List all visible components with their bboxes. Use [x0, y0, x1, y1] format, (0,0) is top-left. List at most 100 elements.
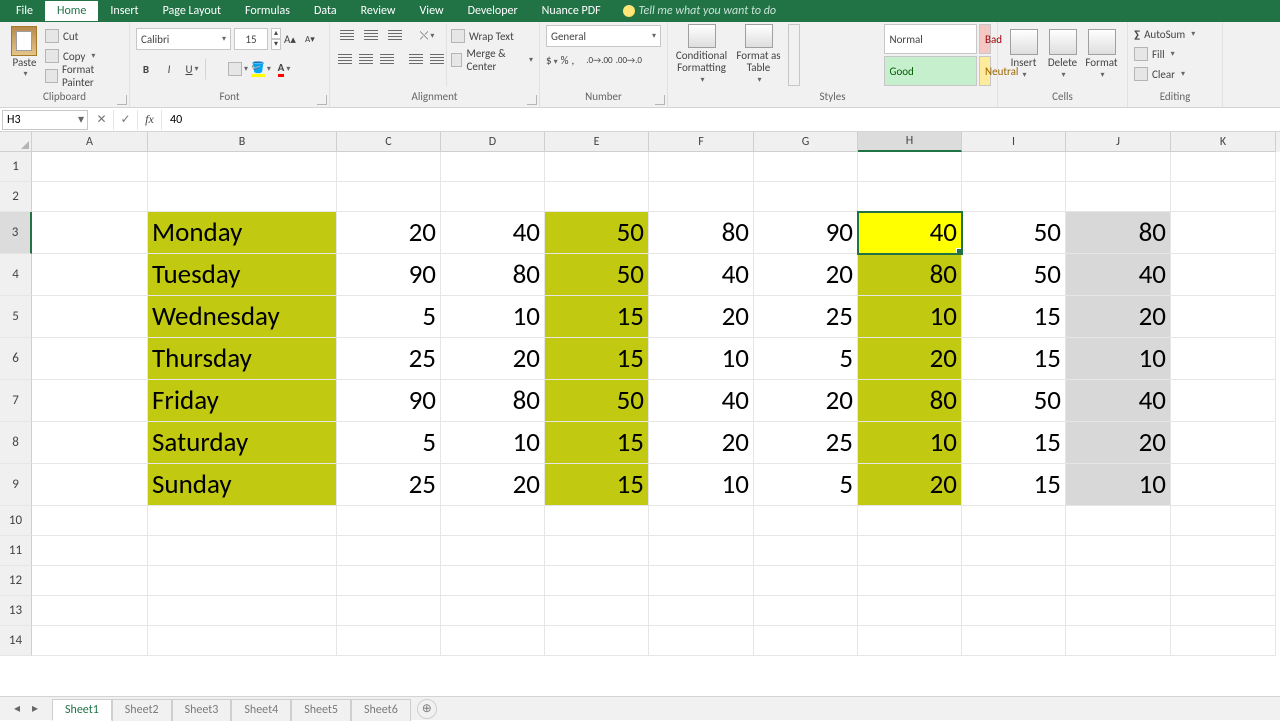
col-header-K[interactable]: K [1171, 132, 1276, 152]
cell-K3[interactable] [1171, 212, 1276, 254]
menu-insert[interactable]: Insert [98, 1, 150, 21]
cell-I3[interactable]: 50 [962, 212, 1066, 254]
cell-I10[interactable] [962, 506, 1066, 536]
cell-K9[interactable] [1171, 464, 1276, 506]
cell-H2[interactable] [858, 182, 962, 212]
sheet-tab-sheet1[interactable]: Sheet1 [52, 699, 112, 721]
fill-button[interactable]: Fill▾ [1134, 44, 1216, 64]
font-dialog-launcher[interactable] [317, 95, 327, 105]
decrease-font-button[interactable]: A▾ [305, 34, 323, 45]
cell-K10[interactable] [1171, 506, 1276, 536]
cell-I8[interactable]: 15 [962, 422, 1066, 464]
cell-F12[interactable] [649, 566, 754, 596]
row-header-4[interactable]: 4 [0, 254, 32, 296]
cell-B11[interactable] [148, 536, 337, 566]
col-header-I[interactable]: I [962, 132, 1066, 152]
style-good[interactable]: Good [884, 56, 978, 86]
cell-I6[interactable]: 15 [962, 338, 1066, 380]
cell-I12[interactable] [962, 566, 1066, 596]
cell-F8[interactable]: 20 [649, 422, 754, 464]
cell-A13[interactable] [32, 596, 148, 626]
cell-A8[interactable] [32, 422, 148, 464]
cell-E11[interactable] [545, 536, 649, 566]
cell-F5[interactable]: 20 [649, 296, 754, 338]
clipboard-dialog-launcher[interactable] [117, 95, 127, 105]
cell-E2[interactable] [545, 182, 649, 212]
menu-home[interactable]: Home [45, 1, 98, 21]
cell-K7[interactable] [1171, 380, 1276, 422]
menu-view[interactable]: View [408, 1, 456, 21]
format-painter-button[interactable]: Format Painter [45, 67, 123, 85]
row-header-9[interactable]: 9 [0, 464, 32, 506]
select-all-corner[interactable] [0, 132, 32, 152]
align-center-button[interactable] [357, 49, 376, 71]
col-header-H[interactable]: H [858, 132, 962, 152]
border-button[interactable]: ▾ [228, 58, 248, 80]
cell-J9[interactable]: 10 [1066, 464, 1171, 506]
cell-E5[interactable]: 15 [545, 296, 649, 338]
number-format-select[interactable]: General▾ [546, 25, 661, 47]
fx-icon[interactable]: fx [138, 110, 162, 130]
cell-F2[interactable] [649, 182, 754, 212]
col-header-F[interactable]: F [649, 132, 754, 152]
row-header-7[interactable]: 7 [0, 380, 32, 422]
cell-K13[interactable] [1171, 596, 1276, 626]
cell-E3[interactable]: 50 [545, 212, 649, 254]
cell-I14[interactable] [962, 626, 1066, 656]
styles-scroll[interactable] [788, 24, 800, 86]
cell-F3[interactable]: 80 [649, 212, 754, 254]
menu-nuance-pdf[interactable]: Nuance PDF [530, 1, 613, 21]
cell-H1[interactable] [858, 152, 962, 182]
alignment-dialog-launcher[interactable] [527, 95, 537, 105]
sheet-tab-sheet5[interactable]: Sheet5 [291, 699, 351, 721]
cell-H8[interactable]: 10 [858, 422, 962, 464]
font-size-down[interactable]: ▾ [271, 39, 281, 50]
align-top-button[interactable] [336, 25, 358, 47]
row-header-1[interactable]: 1 [0, 152, 32, 182]
cell-G6[interactable]: 5 [754, 338, 858, 380]
cell-E12[interactable] [545, 566, 649, 596]
format-as-table-button[interactable]: Format as Table▾ [731, 24, 786, 86]
cell-H4[interactable]: 80 [858, 254, 962, 296]
cell-C6[interactable]: 25 [337, 338, 441, 380]
align-bottom-button[interactable] [384, 25, 406, 47]
font-color-button[interactable]: A▾ [274, 58, 294, 80]
cell-H12[interactable] [858, 566, 962, 596]
cell-B9[interactable]: Sunday [148, 464, 337, 506]
cell-G1[interactable] [754, 152, 858, 182]
cell-C11[interactable] [337, 536, 441, 566]
cell-J14[interactable] [1066, 626, 1171, 656]
cell-G8[interactable]: 25 [754, 422, 858, 464]
cell-D7[interactable]: 80 [441, 380, 545, 422]
cell-D8[interactable]: 10 [441, 422, 545, 464]
cell-C8[interactable]: 5 [337, 422, 441, 464]
cell-E1[interactable] [545, 152, 649, 182]
row-header-12[interactable]: 12 [0, 566, 32, 596]
cell-I7[interactable]: 50 [962, 380, 1066, 422]
fill-color-button[interactable]: 🪣▾ [251, 58, 271, 80]
sheet-nav-next[interactable]: ▸ [26, 700, 44, 718]
row-header-14[interactable]: 14 [0, 626, 32, 656]
merge-center-button[interactable]: Merge & Center▾ [451, 48, 533, 72]
cell-F6[interactable]: 10 [649, 338, 754, 380]
cell-I11[interactable] [962, 536, 1066, 566]
cell-B2[interactable] [148, 182, 337, 212]
number-dialog-launcher[interactable] [655, 95, 665, 105]
cell-D5[interactable]: 10 [441, 296, 545, 338]
cell-F14[interactable] [649, 626, 754, 656]
cell-G12[interactable] [754, 566, 858, 596]
cell-K5[interactable] [1171, 296, 1276, 338]
cell-C10[interactable] [337, 506, 441, 536]
cell-E9[interactable]: 15 [545, 464, 649, 506]
col-header-B[interactable]: B [148, 132, 337, 152]
cell-K8[interactable] [1171, 422, 1276, 464]
cell-D9[interactable]: 20 [441, 464, 545, 506]
col-header-G[interactable]: G [754, 132, 858, 152]
align-middle-button[interactable] [360, 25, 382, 47]
cell-B8[interactable]: Saturday [148, 422, 337, 464]
cell-I4[interactable]: 50 [962, 254, 1066, 296]
cell-B6[interactable]: Thursday [148, 338, 337, 380]
cell-E8[interactable]: 15 [545, 422, 649, 464]
cell-G9[interactable]: 5 [754, 464, 858, 506]
row-header-5[interactable]: 5 [0, 296, 32, 338]
